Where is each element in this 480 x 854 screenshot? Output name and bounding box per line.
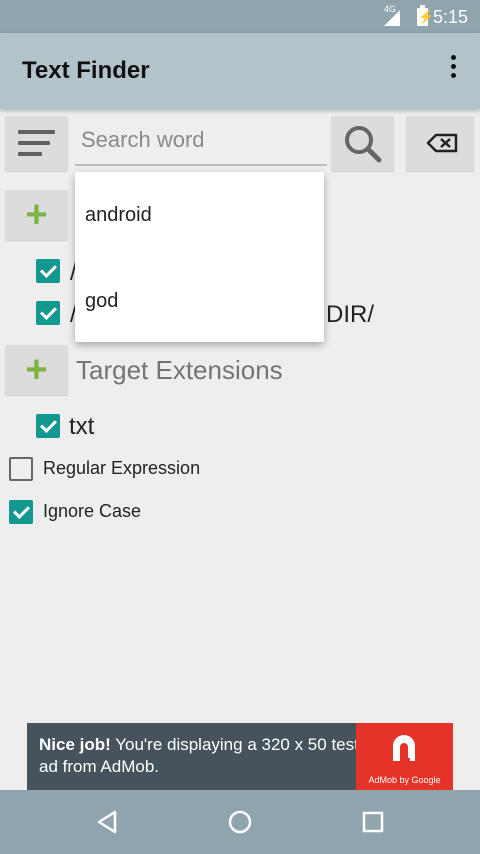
plus-icon: +	[25, 194, 48, 236]
add-extension-button[interactable]: +	[5, 345, 68, 395]
admob-caption: AdMob by Google	[368, 775, 441, 785]
plus-icon: +	[25, 349, 48, 391]
folder-path-2-tail: DIR/	[326, 301, 374, 328]
clear-button[interactable]	[406, 116, 474, 171]
extension-label-txt: txt	[69, 413, 95, 440]
suggestion-dropdown: android god	[75, 172, 324, 342]
status-bar: 4G ⚡ 5:15	[0, 0, 480, 33]
regex-label: Regular Expression	[43, 458, 201, 478]
status-time: 5:15	[432, 7, 468, 27]
home-icon[interactable]	[226, 808, 254, 836]
folder-checkbox-2[interactable]	[36, 301, 60, 325]
search-input[interactable]	[75, 116, 327, 166]
suggestion-item-android[interactable]: android	[85, 204, 152, 227]
regex-checkbox[interactable]	[9, 457, 33, 481]
suggestion-item-god[interactable]: god	[85, 290, 118, 313]
overflow-menu-icon[interactable]	[446, 55, 460, 85]
search-button[interactable]	[331, 116, 394, 171]
backspace-icon	[426, 133, 458, 153]
search-icon	[345, 126, 382, 163]
ignore-case-label: Ignore Case	[43, 501, 142, 521]
admob-icon	[393, 735, 415, 761]
section-title-extensions: Target Extensions	[76, 355, 283, 385]
app-bar: Text Finder	[0, 33, 480, 109]
signal-icon	[384, 10, 400, 26]
battery-icon: ⚡	[417, 5, 435, 26]
extension-checkbox-txt[interactable]	[36, 414, 60, 438]
ad-banner[interactable]: Nice job! You're displaying a 320 x 50 t…	[27, 723, 453, 790]
hamburger-menu-button[interactable]	[5, 116, 68, 171]
add-folder-button[interactable]: +	[5, 190, 68, 240]
ad-headline: Nice job!	[39, 735, 111, 754]
app-title: Text Finder	[22, 57, 150, 84]
navigation-bar	[0, 790, 480, 854]
ad-text: Nice job! You're displaying a 320 x 50 t…	[39, 734, 359, 778]
back-icon[interactable]	[94, 808, 122, 836]
ignore-case-checkbox[interactable]	[9, 500, 33, 524]
folder-checkbox-1[interactable]	[36, 259, 60, 283]
admob-logo: AdMob by Google	[356, 723, 453, 790]
recent-apps-icon[interactable]	[359, 808, 387, 836]
